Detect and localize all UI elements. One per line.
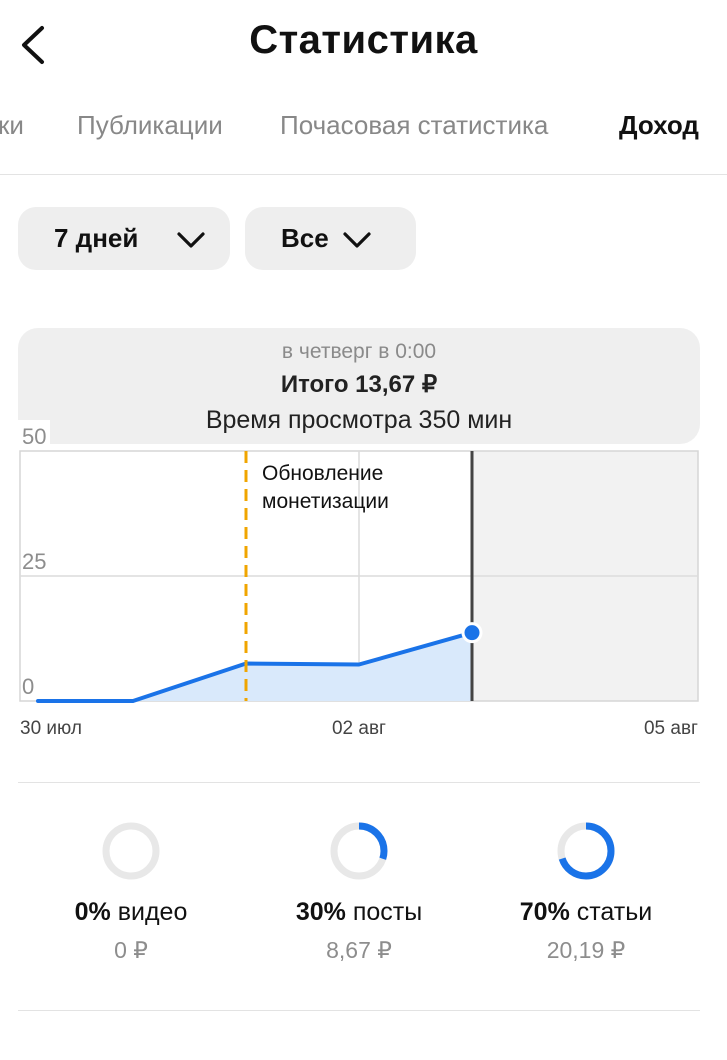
income-chart[interactable]: Обновление монетизации 50 25 0 30 июл 02 ав… xyxy=(0,420,727,750)
x-tick-label: 30 июл xyxy=(20,718,82,739)
breakdown-amount: 0 ₽ xyxy=(114,937,148,963)
breakdown-name: статьи xyxy=(576,898,653,926)
breakdown-label: 30% посты xyxy=(238,898,480,927)
type-filter-label: Все xyxy=(281,223,329,253)
x-tick-label: 05 авг xyxy=(644,718,698,739)
annotation-label: Обновление xyxy=(262,462,383,485)
breakdown-percent: 0% xyxy=(74,898,111,926)
chevron-down-icon xyxy=(177,232,205,248)
selected-data-point[interactable] xyxy=(461,622,483,644)
share-ring-icon xyxy=(330,822,388,880)
breakdown-posts: 30% посты 8,67 ₽ xyxy=(238,820,480,964)
period-filter-label: 7 дней xyxy=(54,223,139,253)
breakdown-amount: 8,67 ₽ xyxy=(326,937,392,963)
breakdown-label: 0% видео xyxy=(10,898,252,927)
divider xyxy=(0,174,727,175)
header: Статистика xyxy=(0,0,727,90)
breakdown-percent: 70% xyxy=(519,898,570,926)
share-ring-icon xyxy=(557,822,615,880)
type-filter-button[interactable]: Все xyxy=(245,207,416,270)
y-tick-label: 0 xyxy=(22,674,34,699)
x-axis-labels: 30 июл 02 авг 05 авг xyxy=(20,718,698,739)
breakdown-name: видео xyxy=(117,898,188,926)
y-tick-label: 25 xyxy=(22,549,46,574)
y-tick-label: 50 xyxy=(22,424,46,449)
tab-bar: ки Публикации Почасовая статистика Доход xyxy=(0,100,727,156)
x-tick-label: 02 авг xyxy=(332,718,386,739)
breakdown-articles: 70% статьи 20,19 ₽ xyxy=(465,820,707,964)
share-ring-icon xyxy=(102,822,160,880)
breakdown-percent: 30% xyxy=(295,898,346,926)
tooltip-total: Итого 13,67 ₽ xyxy=(280,371,438,398)
tab-publications[interactable]: Публикации xyxy=(77,110,223,141)
breakdown-name: посты xyxy=(352,898,423,926)
annotation-label: монетизации xyxy=(262,490,389,513)
y-axis-labels: 50 25 0 xyxy=(22,424,46,699)
chevron-down-icon xyxy=(343,232,371,248)
breakdown-amount: 20,19 ₽ xyxy=(546,937,626,963)
tab-income[interactable]: Доход xyxy=(619,110,699,141)
income-area-fill xyxy=(38,632,472,701)
tooltip-time: в четверг в 0:00 xyxy=(281,340,437,363)
tab-overview[interactable]: ки xyxy=(0,110,24,141)
tab-hourly-stats[interactable]: Почасовая статистика xyxy=(280,110,548,141)
breakdown-label: 70% статьи xyxy=(465,898,707,927)
page-title: Статистика xyxy=(249,18,478,62)
divider xyxy=(18,782,700,783)
breakdown-video: 0% видео 0 ₽ xyxy=(10,820,252,964)
period-filter-button[interactable]: 7 дней xyxy=(18,207,230,270)
divider xyxy=(18,1010,700,1011)
